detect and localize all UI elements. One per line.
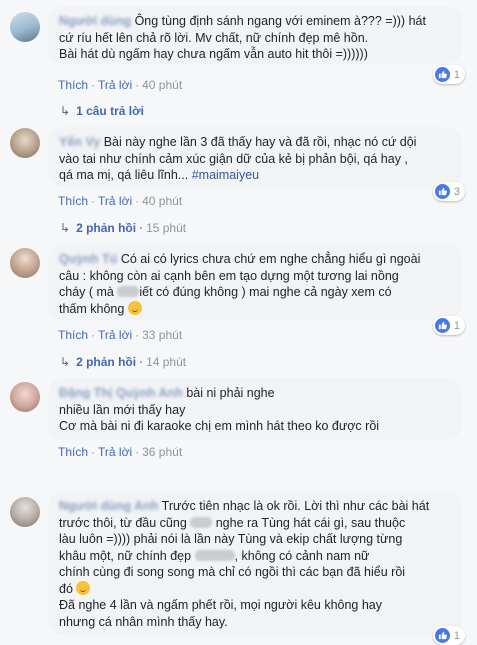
like-count-badge[interactable]: 1 — [432, 316, 465, 335]
smiley-emoji — [127, 300, 142, 315]
comment-author[interactable]: Người dùng Anh — [59, 499, 158, 513]
like-count: 3 — [453, 185, 460, 198]
comment-author[interactable]: Đặng Thị Quỳnh Anh — [59, 386, 183, 400]
avatar[interactable] — [10, 382, 40, 412]
comment-actions: Thích · Trả lời · 40 phút — [58, 194, 183, 208]
comment-time[interactable]: 36 phút — [142, 445, 182, 459]
reply-link[interactable]: Trả lời — [98, 194, 132, 208]
like-link[interactable]: Thích — [58, 78, 88, 92]
like-count-badge[interactable]: 1 — [432, 626, 465, 645]
comment-bubble: Người dùng Ông tùng định sánh ngang với … — [48, 6, 462, 64]
comment-time[interactable]: 40 phút — [142, 78, 182, 92]
redacted-word — [190, 516, 213, 528]
hashtag-link[interactable]: #maimaiyeu — [192, 168, 259, 182]
replies-label[interactable]: 2 phản hồi — [76, 221, 136, 235]
view-replies[interactable]: ↳ 1 câu trả lời — [60, 104, 144, 118]
view-replies[interactable]: ↳ 2 phản hồi · 15 phút — [60, 221, 186, 235]
replies-time: 15 phút — [146, 221, 187, 235]
redacted-word — [117, 286, 140, 297]
comment-actions: Thích · Trả lời · 33 phút — [58, 328, 183, 342]
comment-text-cont: Đã nghe 4 lần và ngấm phết rồi, mọi ngườ… — [59, 598, 383, 629]
comment-author[interactable]: Người dùng — [59, 14, 131, 28]
comment-bubble: Yến Vy Bài này nghe lần 3 đã thấy hay và… — [48, 127, 462, 187]
reply-link[interactable]: Trả lời — [98, 328, 132, 342]
like-count: 1 — [453, 629, 460, 642]
replies-label[interactable]: 1 câu trả lời — [76, 104, 144, 118]
comment-bubble: Người dùng Anh Trước tiên nhạc là ok rồi… — [48, 491, 462, 635]
avatar[interactable] — [10, 248, 40, 278]
like-link[interactable]: Thích — [58, 328, 88, 342]
comment-time[interactable]: 33 phút — [142, 328, 182, 342]
avatar[interactable] — [10, 12, 40, 42]
comment-bubble: Quỳnh Tú Có ai có lyrics chưa chứ em ngh… — [48, 244, 462, 320]
like-link[interactable]: Thích — [58, 194, 88, 208]
like-count: 1 — [453, 319, 460, 332]
thumbs-up-icon — [434, 318, 450, 333]
reply-arrow-icon: ↳ — [60, 355, 71, 369]
thumbs-up-icon — [434, 67, 450, 82]
like-link[interactable]: Thích — [58, 445, 88, 459]
like-count-badge[interactable]: 1 — [432, 65, 465, 84]
thumbs-up-icon — [434, 628, 450, 643]
reply-link[interactable]: Trả lời — [98, 445, 132, 459]
reply-arrow-icon: ↳ — [60, 104, 71, 118]
comment-author[interactable]: Quỳnh Tú — [59, 252, 117, 266]
reply-link[interactable]: Trả lời — [98, 78, 132, 92]
comment-actions: Thích · Trả lời · 36 phút — [58, 445, 183, 459]
smiley-emoji — [76, 580, 91, 595]
comment-time[interactable]: 40 phút — [142, 194, 182, 208]
comment-author[interactable]: Yến Vy — [59, 135, 100, 149]
like-count: 1 — [453, 68, 460, 81]
comment-bubble: Đặng Thị Quỳnh Anh bài ni phải nghe nhiề… — [48, 378, 462, 440]
like-count-badge[interactable]: 3 — [432, 182, 465, 201]
replies-label[interactable]: 2 phản hồi — [76, 355, 136, 369]
avatar[interactable] — [10, 128, 40, 158]
thumbs-up-icon — [434, 184, 450, 199]
avatar[interactable] — [10, 497, 40, 527]
redacted-word — [194, 549, 235, 561]
reply-arrow-icon: ↳ — [60, 221, 71, 235]
replies-time: 14 phút — [146, 355, 187, 369]
comment-actions: Thích · Trả lời · 40 phút — [58, 78, 183, 92]
view-replies[interactable]: ↳ 2 phản hồi · 14 phút — [60, 355, 186, 369]
